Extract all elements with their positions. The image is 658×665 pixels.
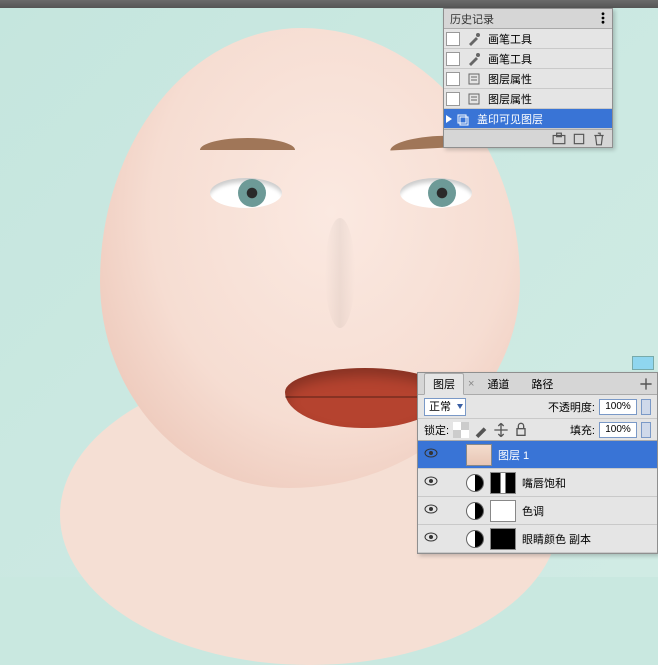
history-checkbox[interactable] (446, 92, 460, 106)
tab-paths[interactable]: 路径 (522, 373, 562, 395)
panel-menu-icon[interactable] (639, 377, 653, 391)
layer-name: 嘴唇饱和 (522, 475, 566, 491)
visibility-icon[interactable] (424, 504, 438, 517)
lock-label: 锁定: (424, 422, 449, 438)
history-item-label: 图层属性 (488, 91, 532, 107)
layer-thumb[interactable] (466, 444, 492, 466)
layers-panel: 图层 × 通道 路径 正常 不透明度: 锁定: 填充: 图层 1 嘴唇饱和色调眼睛… (417, 372, 658, 554)
opacity-arrow-icon[interactable] (641, 399, 651, 415)
new-doc-icon[interactable] (572, 132, 586, 146)
layer-name: 图层 1 (498, 447, 529, 463)
history-item-label: 画笔工具 (488, 31, 532, 47)
history-item[interactable]: 图层属性 (444, 69, 612, 89)
layerprops-icon (466, 91, 482, 107)
opacity-input[interactable] (599, 399, 637, 415)
history-footer (444, 129, 612, 147)
history-checkbox[interactable] (446, 52, 460, 66)
blend-opacity-row: 正常 不透明度: (418, 395, 657, 419)
fill-input[interactable] (599, 422, 637, 438)
visibility-icon[interactable] (424, 448, 438, 461)
history-item[interactable]: 图层属性 (444, 89, 612, 109)
color-swatch[interactable] (632, 356, 654, 370)
adjustment-icon (466, 474, 484, 492)
adjustment-icon (466, 502, 484, 520)
visibility-icon[interactable] (424, 476, 438, 489)
tab-channels[interactable]: 通道 (478, 373, 518, 395)
tab-history[interactable]: 历史记录 (450, 11, 494, 27)
play-arrow-icon (446, 115, 452, 123)
layer-row[interactable]: 图层 1 (418, 441, 657, 469)
adjustment-icon (466, 530, 484, 548)
opacity-label: 不透明度: (548, 399, 595, 415)
panel-menu-icon[interactable] (596, 11, 610, 25)
fill-label: 填充: (570, 422, 595, 438)
history-item[interactable]: 画笔工具 (444, 49, 612, 69)
mask-thumb[interactable] (490, 472, 516, 494)
mask-thumb[interactable] (490, 500, 516, 522)
history-item-label: 盖印可见图层 (477, 111, 543, 127)
stamp-icon (455, 111, 471, 127)
history-item[interactable]: 画笔工具 (444, 29, 612, 49)
new-snapshot-icon[interactable] (552, 132, 566, 146)
layer-name: 色调 (522, 503, 544, 519)
lock-fill-row: 锁定: 填充: (418, 419, 657, 441)
lock-move-icon[interactable] (493, 422, 509, 438)
tab-layers[interactable]: 图层 (424, 373, 464, 395)
fill-arrow-icon[interactable] (641, 422, 651, 438)
history-item-label: 画笔工具 (488, 51, 532, 67)
history-checkbox[interactable] (446, 32, 460, 46)
blend-mode-select[interactable]: 正常 (424, 398, 466, 416)
layerprops-icon (466, 71, 482, 87)
layer-row[interactable]: 嘴唇饱和 (418, 469, 657, 497)
layer-row[interactable]: 眼睛颜色 副本 (418, 525, 657, 553)
brush-icon (466, 51, 482, 67)
layers-tabs: 图层 × 通道 路径 (418, 373, 657, 395)
history-item-label: 图层属性 (488, 71, 532, 87)
trash-icon[interactable] (592, 132, 606, 146)
lock-transparent-icon[interactable] (453, 422, 469, 438)
lock-all-icon[interactable] (513, 422, 529, 438)
lock-brush-icon[interactable] (473, 422, 489, 438)
history-checkbox[interactable] (446, 72, 460, 86)
app-toolbar (0, 0, 658, 8)
mask-thumb[interactable] (490, 528, 516, 550)
brush-icon (466, 31, 482, 47)
history-item[interactable]: 盖印可见图层 (444, 109, 612, 129)
history-panel: 历史记录 画笔工具画笔工具图层属性图层属性盖印可见图层 (443, 8, 613, 148)
layer-name: 眼睛颜色 副本 (522, 531, 591, 547)
visibility-icon[interactable] (424, 532, 438, 545)
layer-row[interactable]: 色调 (418, 497, 657, 525)
history-tabs: 历史记录 (444, 9, 612, 29)
